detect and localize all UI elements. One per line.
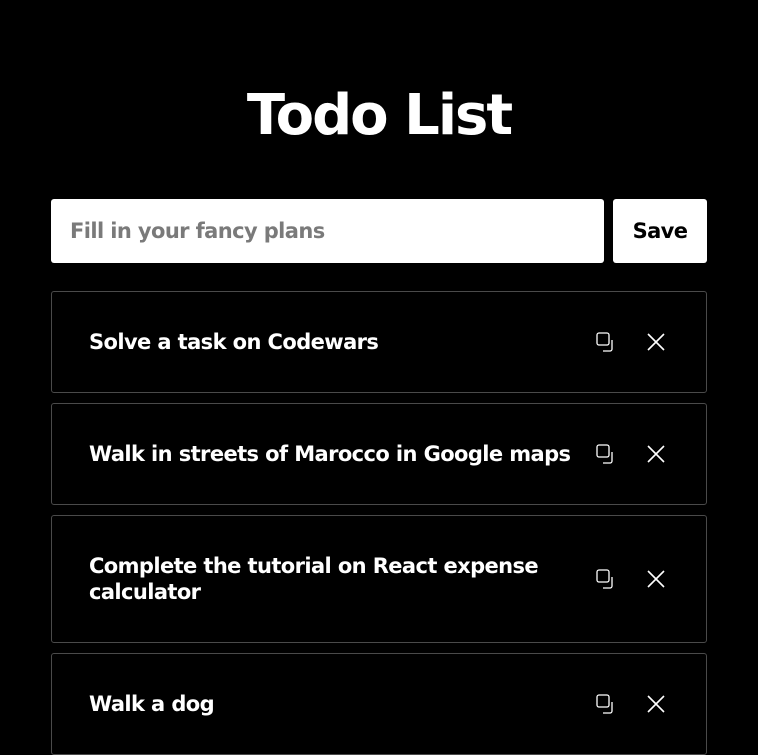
todo-item[interactable]: Walk in streets of Marocco in Google map…	[51, 403, 707, 505]
todo-list: Solve a task on Codewars Walk in streets…	[51, 291, 707, 755]
copy-icon[interactable]	[594, 567, 618, 591]
todo-actions	[594, 330, 668, 354]
todo-actions	[594, 692, 668, 716]
todo-item-text: Walk a dog	[89, 692, 215, 716]
save-button[interactable]: Save	[613, 199, 707, 263]
todo-item[interactable]: Walk a dog	[51, 653, 707, 755]
todo-actions	[594, 442, 668, 466]
todo-item[interactable]: Complete the tutorial on React expense c…	[51, 515, 707, 643]
page-title: Todo List	[246, 83, 513, 148]
todo-actions	[594, 567, 668, 591]
todo-item[interactable]: Solve a task on Codewars	[51, 291, 707, 393]
copy-icon[interactable]	[594, 330, 618, 354]
todo-form: Save	[51, 199, 707, 263]
close-icon[interactable]	[644, 692, 668, 716]
todo-item-text: Solve a task on Codewars	[89, 330, 379, 354]
close-icon[interactable]	[644, 330, 668, 354]
todo-input[interactable]	[51, 199, 604, 263]
close-icon[interactable]	[644, 567, 668, 591]
close-icon[interactable]	[644, 442, 668, 466]
todo-item-text: Walk in streets of Marocco in Google map…	[89, 442, 571, 466]
copy-icon[interactable]	[594, 692, 618, 716]
todo-item-text: Complete the tutorial on React expense c…	[89, 554, 539, 604]
copy-icon[interactable]	[594, 442, 618, 466]
